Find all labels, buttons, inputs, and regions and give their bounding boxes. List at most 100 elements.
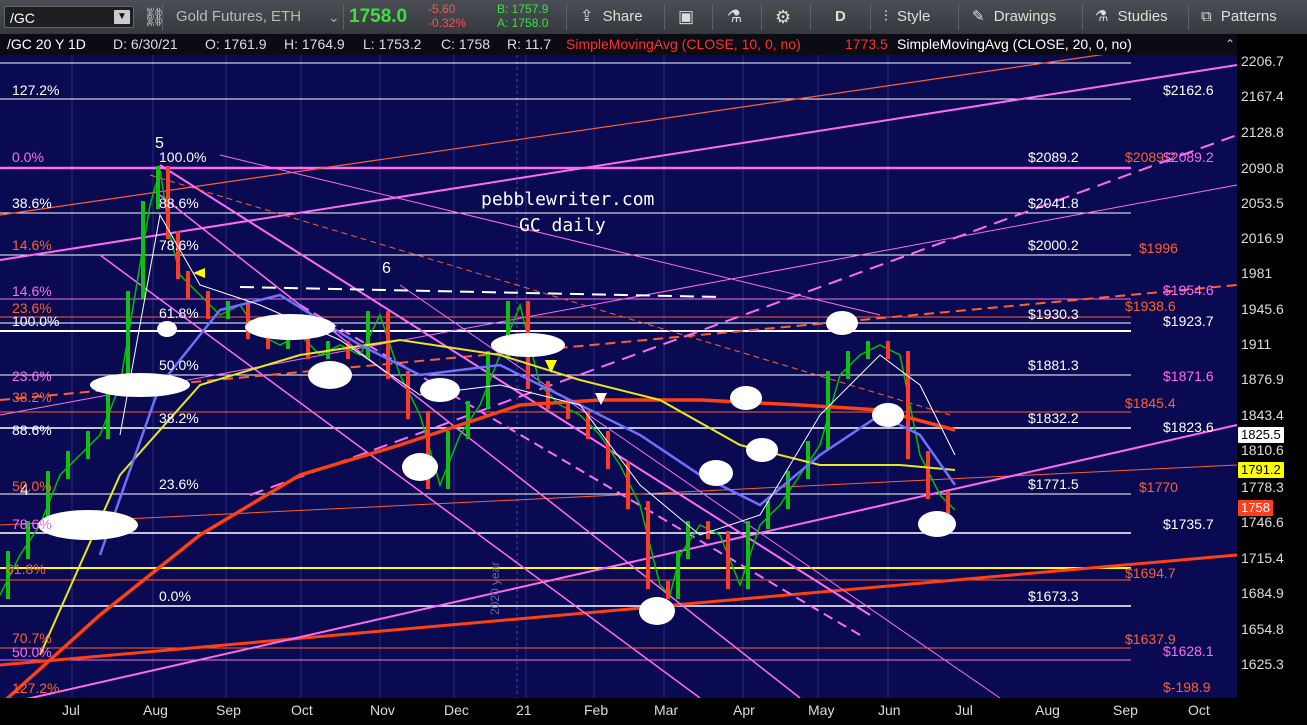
share-button[interactable]: ⇪ Share xyxy=(580,0,643,34)
flask-icon: ⚗ xyxy=(1095,8,1109,25)
y-tick-label: 1981 xyxy=(1241,265,1273,281)
candle xyxy=(446,431,450,489)
price-flag: 1758 xyxy=(1238,500,1273,516)
highlight-ellipse xyxy=(402,453,438,481)
y-tick-label: 2053.5 xyxy=(1241,195,1284,211)
fib-price-label: $1871.6 xyxy=(1163,368,1214,384)
candle xyxy=(806,441,810,479)
trend-line xyxy=(299,304,861,636)
y-tick-label: 1876.9 xyxy=(1241,371,1284,387)
fib-price-label: $2089.2 xyxy=(1163,149,1214,165)
highlight-ellipse xyxy=(420,378,460,402)
fib-price-label: $1923.7 xyxy=(1163,313,1214,329)
y-tick-label: 1843.4 xyxy=(1241,407,1284,423)
y-tick-label: 2167.4 xyxy=(1241,88,1284,104)
chevron-down-icon[interactable]: ⌄ xyxy=(328,0,340,34)
highlight-ellipse xyxy=(730,386,762,410)
fib-left-label: 0.0% xyxy=(12,149,44,165)
y-tick-label: 2206.7 xyxy=(1241,53,1284,69)
x-tick-label: Jul xyxy=(955,702,973,718)
candle xyxy=(606,431,610,469)
fib-left-label: 14.6% xyxy=(12,237,52,253)
x-tick-label: Sep xyxy=(1113,702,1138,718)
trend-line xyxy=(0,464,1237,526)
trend-line xyxy=(399,284,1001,698)
y-tick-label: 1715.4 xyxy=(1241,550,1284,566)
pencil-icon: ✎ xyxy=(972,8,985,25)
fib-price-label: $1996 xyxy=(1139,240,1178,256)
fib-mid-label: 38.2% xyxy=(159,410,199,426)
highlight-ellipse xyxy=(699,460,733,486)
highlight-ellipse xyxy=(308,361,352,389)
arrow-marker xyxy=(545,360,557,373)
info-range: R: 11.7 xyxy=(507,36,552,52)
x-tick-label: Jul xyxy=(62,702,80,718)
candle xyxy=(726,531,730,589)
fib-mid-label: 100.0% xyxy=(159,149,207,165)
sma10-value: 1773.5 xyxy=(845,36,888,52)
fib-left-label: 38.6% xyxy=(12,195,52,211)
candle xyxy=(141,201,145,299)
fib-price-label: $1832.2 xyxy=(1028,410,1079,426)
x-tick-label: Mar xyxy=(654,702,679,718)
info-close: C: 1758 xyxy=(441,36,491,52)
highlight-ellipse xyxy=(90,373,190,397)
candle xyxy=(66,451,70,479)
highlight-ellipse xyxy=(245,314,335,340)
symbol-description: Gold Futures, ETH xyxy=(176,8,302,25)
candle xyxy=(466,401,470,439)
studies-button[interactable]: ⚗ Studies xyxy=(1095,0,1168,34)
gear-icon[interactable]: ⚙ xyxy=(775,0,791,34)
chevron-down-icon[interactable]: ▼ xyxy=(114,10,130,24)
drawings-label: Drawings xyxy=(993,8,1057,25)
fib-mid-label: 0.0% xyxy=(159,588,191,604)
fib-price-label: $2162.6 xyxy=(1163,82,1214,98)
time-axis[interactable]: Jul Aug Sep Oct Nov Dec 21 Feb Mar Apr May Jun Jul Au… xyxy=(0,698,1237,725)
fib-price-label: $2041.8 xyxy=(1028,195,1079,211)
style-button[interactable]: ⫶ Style xyxy=(884,0,930,34)
period-button[interactable]: D xyxy=(835,0,846,34)
flask-icon[interactable]: ⚗ xyxy=(727,0,742,34)
last-price: 1758.0 xyxy=(349,6,408,27)
symbol-selector[interactable]: /GC ▼ xyxy=(4,6,134,28)
x-tick-label: Oct xyxy=(291,702,313,718)
candle xyxy=(226,301,230,319)
chart-title: /GC 20 Y 1D xyxy=(7,36,86,52)
fib-price-label: $1881.3 xyxy=(1028,357,1079,373)
price-flag: 1825.5 xyxy=(1238,427,1284,443)
price-axis[interactable]: 2206.7 2167.4 2128.8 2090.8 2053.5 2016.9 1981… xyxy=(1237,34,1307,698)
info-low: L: 1753.2 xyxy=(363,36,422,52)
patterns-button[interactable]: ⧉ Patterns xyxy=(1201,0,1277,34)
fib-left-label: 61.8% xyxy=(6,561,46,577)
highlight-ellipse xyxy=(826,311,858,335)
x-tick-label: Jun xyxy=(878,702,901,718)
fib-price-label: $1673.3 xyxy=(1028,588,1079,604)
sma10-label: SimpleMovingAvg (CLOSE, 10, 0, no) xyxy=(566,36,801,52)
candle xyxy=(676,551,680,599)
x-tick-label: Aug xyxy=(143,702,168,718)
candle xyxy=(406,371,410,419)
candle xyxy=(346,341,350,359)
fib-left-label: 88.6% xyxy=(12,422,52,438)
drawings-button[interactable]: ✎ Drawings xyxy=(972,0,1056,34)
fib-price-label: $2000.2 xyxy=(1028,237,1079,253)
toolbar: /GC ▼ ⛓ Gold Futures, ETH ⌄ 1758.0 -5.60… xyxy=(0,0,1307,35)
candle xyxy=(186,271,190,299)
highlight-ellipse xyxy=(746,438,778,462)
ask: A: 1758.0 xyxy=(497,16,549,30)
y-tick-label: 1654.8 xyxy=(1241,621,1284,637)
info-date: D: 6/30/21 xyxy=(113,36,178,52)
symbol-text: /GC xyxy=(10,10,35,26)
fib-price-label: $1694.7 xyxy=(1125,565,1176,581)
patterns-label: Patterns xyxy=(1220,8,1277,25)
price-chart[interactable]: pebblewriter.com GC daily 2020 year 5 6 … xyxy=(0,55,1237,698)
y-tick-label: 2090.8 xyxy=(1241,160,1284,176)
candle xyxy=(206,291,210,319)
trend-line xyxy=(26,424,1237,698)
candle xyxy=(486,351,490,409)
highlight-ellipse xyxy=(491,333,565,357)
calendar-icon[interactable]: ▣ xyxy=(678,0,694,34)
share-icon: ⇪ xyxy=(580,8,594,25)
fib-price-label: $1954.6 xyxy=(1163,282,1214,298)
collapse-icon[interactable]: ⌃ xyxy=(1225,34,1235,55)
